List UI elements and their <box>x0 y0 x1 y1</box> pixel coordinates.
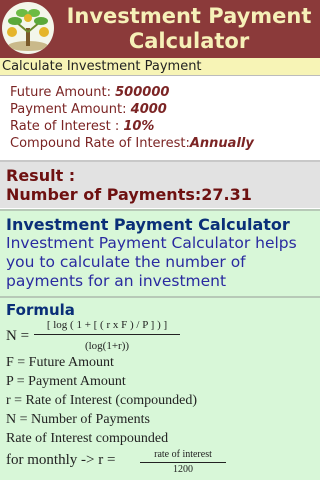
divider <box>0 296 320 298</box>
definition-item: Rate of Interest compounded <box>6 431 169 446</box>
info-title: Investment Payment Calculator <box>6 215 290 234</box>
compound-rate-row: Compound Rate of Interest:Annually <box>10 136 254 151</box>
monthly-formula-fraction: rate of interest 1200 <box>140 449 226 476</box>
info-description: Investment Payment Calculator helps you … <box>6 234 297 290</box>
formula-lhs: N = <box>6 328 30 344</box>
input-summary: Future Amount: 500000 Payment Amount: 40… <box>10 84 315 152</box>
result-value: Number of Payments:27.31 <box>6 185 252 204</box>
formula-denominator: (log(1+r)) <box>84 340 130 352</box>
page-title: Investment Payment Calculator <box>66 4 312 53</box>
compound-rate-value: Annually <box>189 136 254 151</box>
future-amount-row: Future Amount: 500000 <box>10 85 170 100</box>
formula-title: Formula <box>6 301 75 319</box>
formula-numerator: [ log ( 1 + [ ( r x F ) / P ] ) ] <box>34 318 180 335</box>
result-panel: Result : Number of Payments:27.31 <box>0 160 320 208</box>
definition-item: N = Number of Payments <box>6 412 150 427</box>
definition-item: F = Future Amount <box>6 355 114 370</box>
payment-amount-value: 4000 <box>130 102 167 117</box>
info-panel: Investment Payment Calculator Investment… <box>0 209 320 480</box>
formula-fraction: [ log ( 1 + [ ( r x F ) / P ] ) ] (log(1… <box>34 318 180 353</box>
app-header: Investment Payment Calculator <box>0 0 320 58</box>
money-tree-icon <box>2 2 54 54</box>
monthly-denominator: 1200 <box>173 464 193 475</box>
interest-rate-row: Rate of Interest : 10% <box>10 119 155 134</box>
monthly-numerator: rate of interest <box>140 449 226 463</box>
payment-amount-row: Payment Amount: 4000 <box>10 102 167 117</box>
section-label: Calculate Investment Payment <box>0 58 320 76</box>
interest-rate-value: 10% <box>123 119 155 134</box>
definition-item: r = Rate of Interest (compounded) <box>6 393 197 408</box>
future-amount-value: 500000 <box>115 85 170 100</box>
result-heading: Result : <box>6 166 76 185</box>
monthly-formula-prefix: for monthly -> r = <box>6 452 116 468</box>
definition-item: P = Payment Amount <box>6 374 126 389</box>
